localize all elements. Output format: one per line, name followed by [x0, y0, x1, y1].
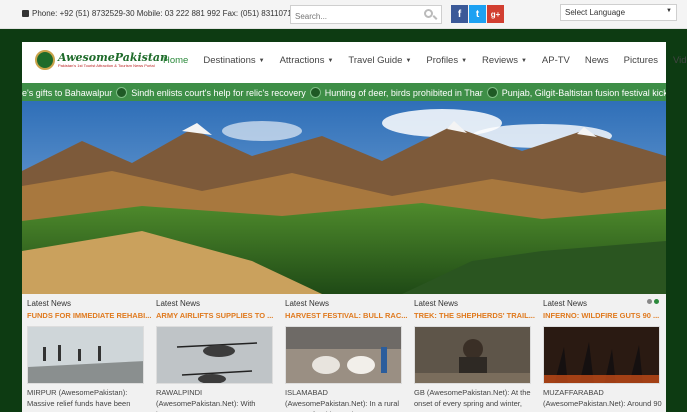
- site-header: AwesomePakistan Pakistan's 1st Tourist A…: [22, 42, 687, 83]
- chevron-down-icon: ▼: [258, 57, 265, 64]
- card-image[interactable]: [414, 326, 531, 384]
- nav-destinations[interactable]: Destinations ▼: [203, 55, 264, 66]
- site-logo[interactable]: AwesomePakistan Pakistan's 1st Tourist A…: [35, 50, 168, 70]
- card-title[interactable]: ARMY AIRLIFTS SUPPLIES TO ...: [156, 311, 273, 320]
- nav-label: Attractions: [279, 55, 325, 66]
- wildfire-image: [544, 327, 659, 383]
- ticker-item[interactable]: Punjab, Gilgit-Baltistan fusion festival…: [502, 88, 666, 98]
- nav-label: Home: [163, 55, 189, 66]
- shepherd-trail-image: [415, 327, 530, 383]
- chevron-down-icon: ▼: [520, 57, 527, 64]
- logo-name: AwesomePakistan: [58, 51, 169, 64]
- card-kicker: Latest News: [27, 299, 72, 308]
- card-kicker: Latest News: [285, 299, 330, 308]
- nav-reviews[interactable]: Reviews ▼: [482, 55, 527, 66]
- ticker-separator-icon: [309, 87, 321, 98]
- card-image[interactable]: [285, 326, 402, 384]
- card-kicker: Latest News: [156, 299, 201, 308]
- nav-label: Videos: [672, 55, 687, 66]
- nav-label: Pictures: [623, 55, 658, 66]
- nav-travel-guide[interactable]: Travel Guide ▼: [348, 55, 411, 66]
- nav-home[interactable]: Home: [163, 55, 188, 66]
- top-bar: Phone: +92 (51) 8732529-30 Mobile: 03 22…: [0, 0, 687, 29]
- card-title[interactable]: HARVEST FESTIVAL: BULL RAC...: [285, 311, 408, 320]
- card-excerpt: MUZAFFARABAD (AwesomePakistan.Net): Arou…: [543, 388, 662, 408]
- facebook-icon[interactable]: f: [451, 5, 468, 23]
- card-excerpt: RAWALPINDI (AwesomePakistan.Net): With h…: [156, 388, 256, 412]
- search-icon[interactable]: [424, 9, 433, 18]
- nav-attractions[interactable]: Attractions ▼: [280, 55, 334, 66]
- news-ticker: re's gifts to Bahawalpur Sindh enlists c…: [22, 83, 666, 101]
- flood-scene-image: [28, 327, 143, 383]
- card-image[interactable]: [543, 326, 660, 384]
- search-box[interactable]: [290, 5, 442, 25]
- chevron-down-icon: ▼: [666, 8, 672, 14]
- ticker-item[interactable]: Hunting of deer, birds prohibited in Tha…: [325, 88, 483, 98]
- twitter-icon[interactable]: t: [469, 5, 486, 23]
- nav-label: News: [584, 55, 609, 66]
- language-select[interactable]: Select Language ▼: [560, 4, 677, 21]
- card-title[interactable]: INFERNO: WILDFIRE GUTS 90 ...: [543, 311, 659, 320]
- news-card[interactable]: Latest News FUNDS FOR IMMEDIATE REHABI..…: [22, 294, 151, 412]
- ticker-item[interactable]: Sindh enlists court's help for relic's r…: [131, 88, 306, 98]
- nav-profiles[interactable]: Profiles ▼: [426, 55, 467, 66]
- card-excerpt: ISLAMABAD (AwesomePakistan.Net): In a ru…: [285, 388, 400, 412]
- nav-label: Reviews: [482, 55, 518, 66]
- phone-icon: [22, 10, 29, 17]
- card-image[interactable]: [156, 326, 273, 384]
- main-nav: Home Destinations ▼ Attractions ▼ Travel G…: [163, 55, 687, 66]
- search-input[interactable]: [291, 8, 419, 25]
- card-kicker: Latest News: [414, 299, 459, 308]
- card-excerpt: MIRPUR (AwesomePakistan): Massive relief…: [27, 388, 131, 408]
- news-card[interactable]: Latest News INFERNO: WILDFIRE GUTS 90 ..…: [538, 294, 662, 412]
- nav-label: AP-TV: [541, 55, 570, 66]
- ticker-separator-icon: [486, 87, 498, 98]
- nav-news[interactable]: News: [585, 55, 609, 66]
- nav-label: Travel Guide: [348, 55, 403, 66]
- logo-tagline: Pakistan's 1st Tourist Attraction & Tour…: [58, 63, 155, 68]
- news-card[interactable]: Latest News ARMY AIRLIFTS SUPPLIES TO ..…: [151, 294, 275, 412]
- contact-info: Phone: +92 (51) 8732529-30 Mobile: 03 22…: [22, 9, 292, 18]
- card-title[interactable]: FUNDS FOR IMMEDIATE REHABI...: [27, 311, 151, 320]
- card-image[interactable]: [27, 326, 144, 384]
- language-select-value: Select Language: [565, 8, 626, 17]
- ticker-item[interactable]: re's gifts to Bahawalpur: [22, 88, 112, 98]
- news-card[interactable]: Latest News HARVEST FESTIVAL: BULL RAC..…: [280, 294, 408, 412]
- chevron-down-icon: ▼: [461, 57, 468, 64]
- nav-label: Profiles: [426, 55, 459, 66]
- latest-news-carousel: Latest News FUNDS FOR IMMEDIATE REHABI..…: [22, 294, 666, 412]
- nav-label: Destinations: [203, 55, 256, 66]
- nav-pictures[interactable]: Pictures: [624, 55, 658, 66]
- nav-ap-tv[interactable]: AP-TV: [542, 55, 570, 66]
- chevron-down-icon: ▼: [327, 57, 334, 64]
- landscape-illustration: [22, 101, 666, 294]
- news-card[interactable]: Latest News TREK: THE SHEPHERDS' TRAIL..…: [409, 294, 535, 412]
- card-title[interactable]: TREK: THE SHEPHERDS' TRAIL...: [414, 311, 535, 320]
- nav-videos[interactable]: Videos: [673, 55, 687, 66]
- card-kicker: Latest News: [543, 299, 588, 308]
- hero-slider-image[interactable]: [22, 101, 666, 294]
- bull-race-image: [286, 327, 401, 383]
- card-excerpt: GB (AwesomePakistan.Net): At the onset o…: [414, 388, 531, 408]
- contact-text: Phone: +92 (51) 8732529-30 Mobile: 03 22…: [32, 9, 292, 18]
- helicopter-image: [157, 327, 272, 383]
- emblem-icon: [35, 50, 55, 70]
- google-plus-icon[interactable]: g+: [487, 5, 504, 23]
- ticker-separator-icon: [116, 87, 128, 98]
- chevron-down-icon: ▼: [405, 57, 412, 64]
